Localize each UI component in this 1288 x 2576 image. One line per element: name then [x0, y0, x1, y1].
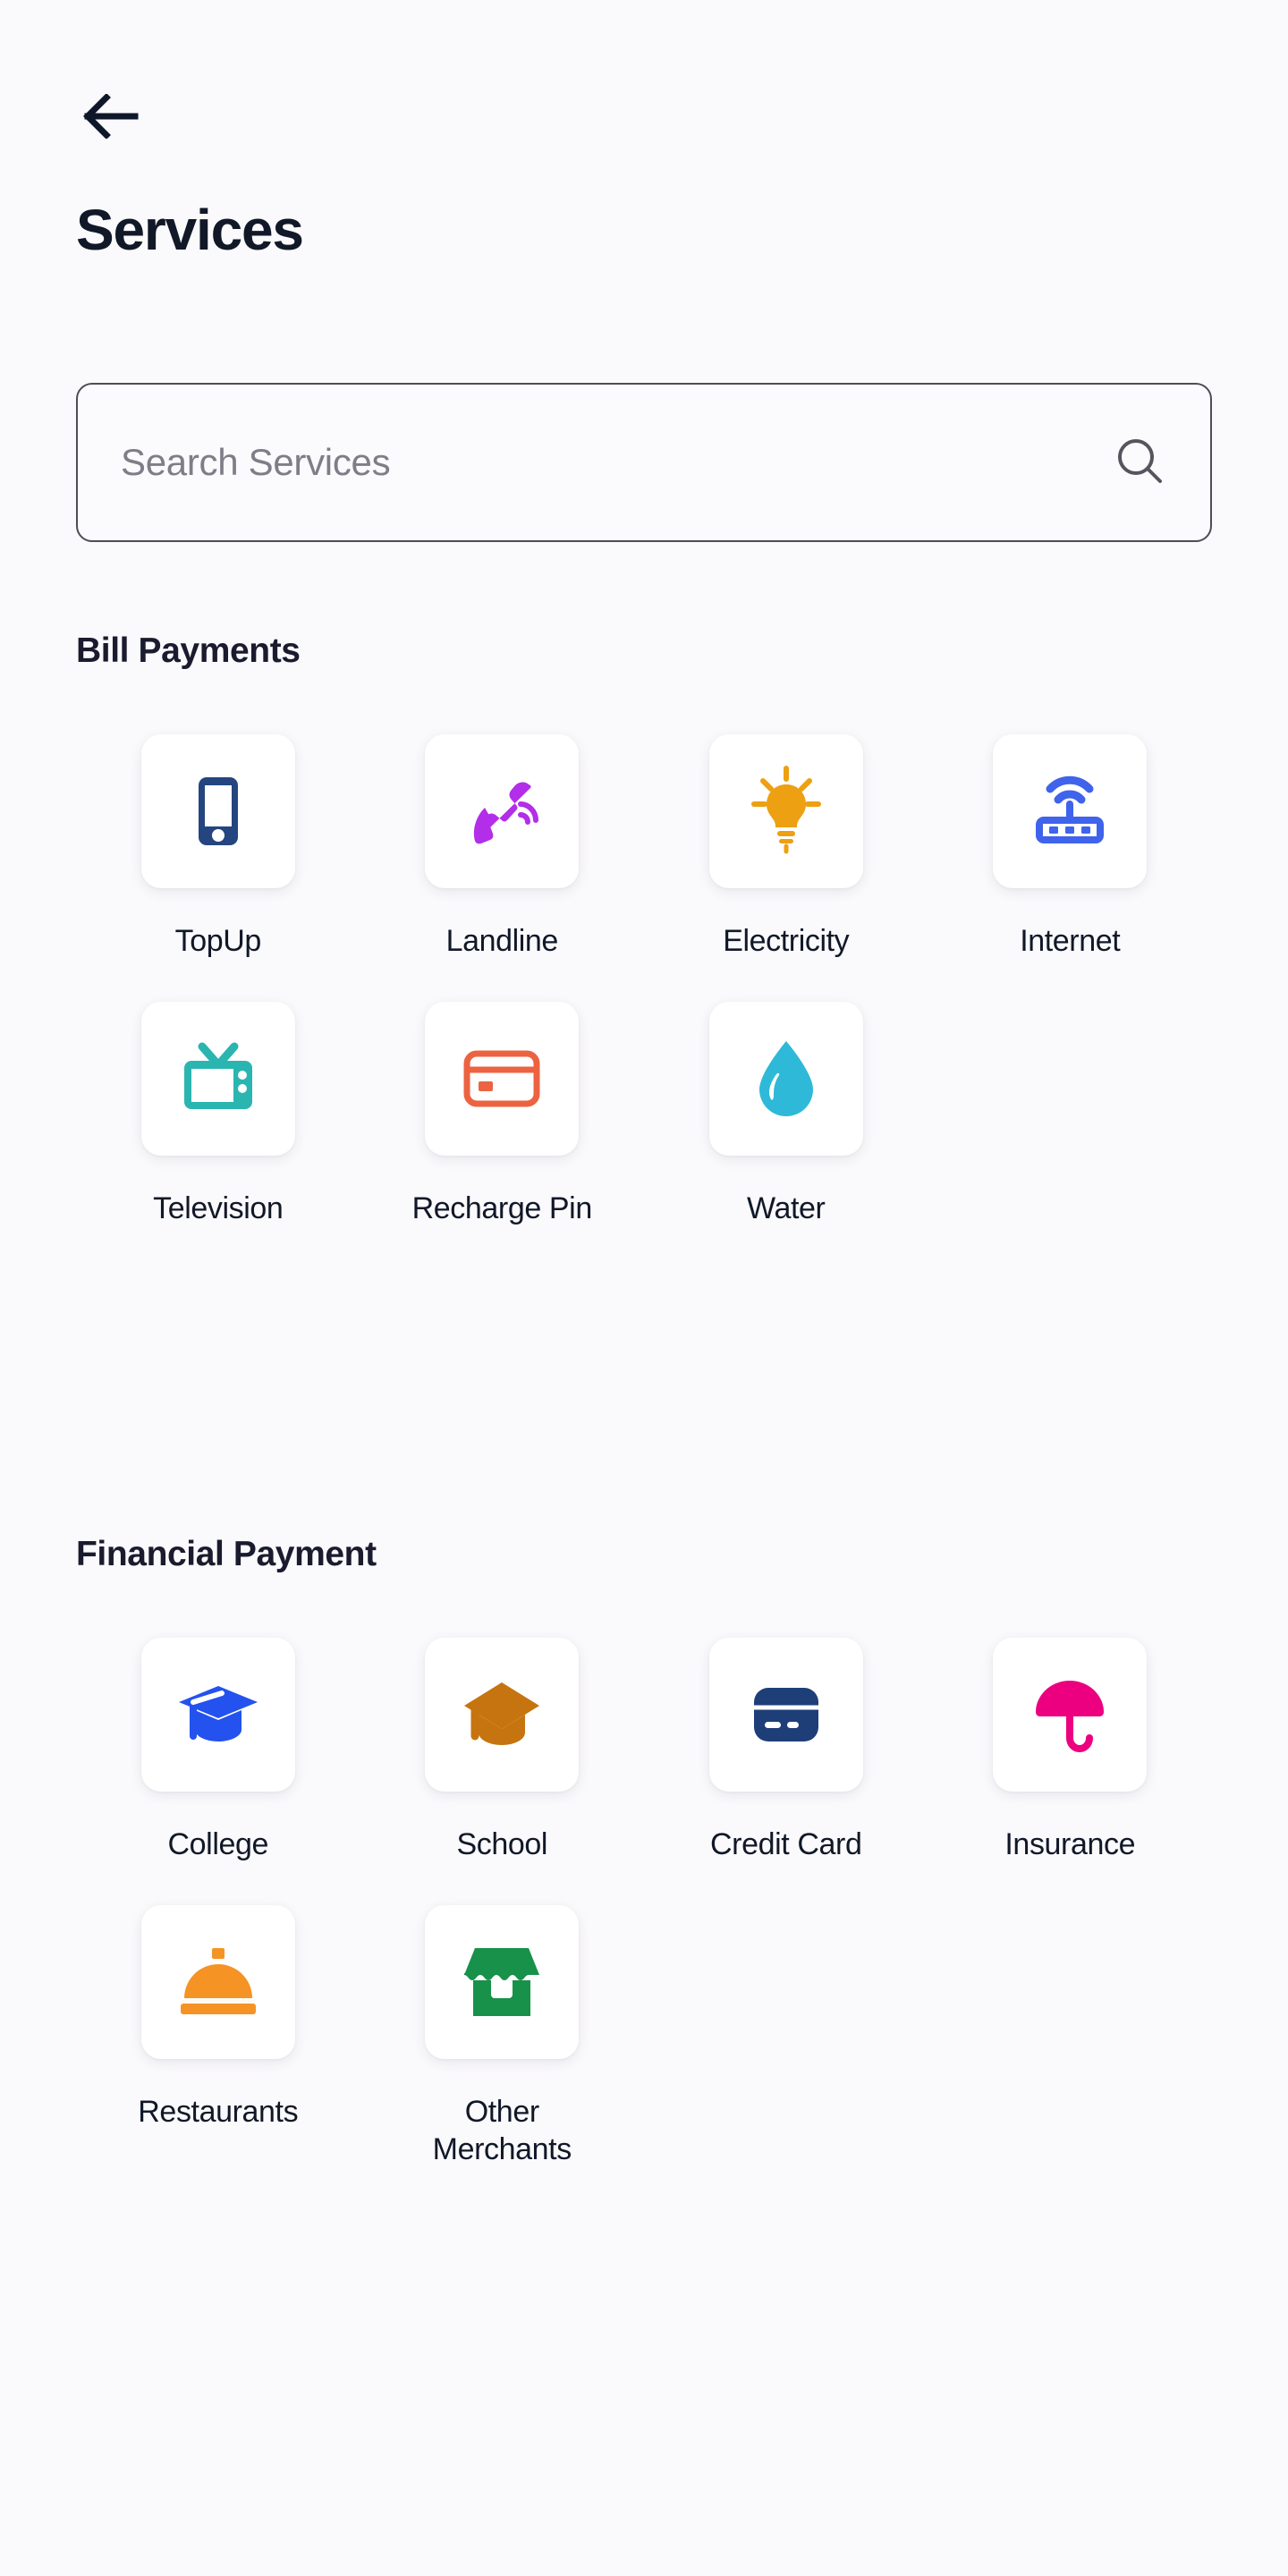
- service-label: Credit Card: [710, 1827, 862, 1861]
- credit-card-icon: [740, 1668, 833, 1761]
- recharge-card-icon: [455, 1032, 548, 1125]
- tile-icon-wrap: [425, 1904, 580, 2059]
- arrow-left-icon: [83, 94, 139, 139]
- service-label: Insurance: [1004, 1827, 1136, 1861]
- service-grid: College School Credit Card Insurance: [76, 1638, 1212, 1864]
- service-tile-restaurants[interactable]: Restaurants: [76, 1904, 360, 2169]
- tile-icon-wrap: [425, 734, 580, 888]
- service-grid: TopUp Landline Electricity Internet: [76, 734, 1212, 961]
- service-label: College: [167, 1827, 269, 1861]
- service-grid: Television Recharge Pin Water: [76, 1001, 1213, 1228]
- service-tile-insurance[interactable]: Insurance: [928, 1638, 1213, 1864]
- wifi-router-icon: [1023, 765, 1116, 858]
- graduation-cap-icon: [455, 1668, 548, 1761]
- section-title: Bill Payments: [76, 631, 301, 670]
- service-tile-school[interactable]: School: [360, 1638, 645, 1864]
- graduation-cap-icon: [172, 1668, 265, 1761]
- food-cloche-icon: [172, 1936, 265, 2029]
- service-label: Electricity: [723, 924, 850, 958]
- storefront-icon: [455, 1936, 548, 2029]
- tile-icon-wrap: [140, 734, 295, 888]
- services-screen: Services Bill Payments: [0, 0, 1288, 2576]
- umbrella-icon: [1023, 1668, 1116, 1761]
- section-financial-payment: Financial Payment College School Credit …: [76, 1537, 1212, 2169]
- television-icon: [172, 1032, 265, 1125]
- lightbulb-icon: [740, 765, 833, 858]
- tile-icon-wrap: [708, 1638, 863, 1792]
- service-label: Restaurants: [138, 2094, 299, 2129]
- service-label: School: [456, 1827, 548, 1861]
- service-label: Recharge Pin: [411, 1191, 593, 1225]
- service-label: Internet: [1020, 924, 1121, 958]
- service-grid: Restaurants Other Merchants: [76, 1904, 1213, 2169]
- tile-icon-wrap: [140, 1638, 295, 1792]
- search-bar[interactable]: [76, 383, 1212, 542]
- service-tile-college[interactable]: College: [76, 1638, 360, 1864]
- smartphone-icon: [172, 765, 265, 858]
- phone-handset-icon: [455, 765, 548, 858]
- grid-empty-cell: [644, 1905, 928, 2169]
- service-label: Television: [153, 1191, 284, 1225]
- service-tile-recharge-pin[interactable]: Recharge Pin: [360, 1001, 645, 1228]
- section-title: Financial Payment: [76, 1535, 377, 1573]
- service-label: TopUp: [174, 924, 262, 958]
- service-tile-landline[interactable]: Landline: [360, 734, 645, 961]
- service-tile-television[interactable]: Television: [76, 1001, 360, 1228]
- search-icon[interactable]: [1112, 434, 1169, 491]
- back-button[interactable]: [64, 77, 157, 156]
- tile-icon-wrap: [708, 734, 863, 888]
- tile-icon-wrap: [993, 734, 1148, 888]
- service-tile-other-merchants[interactable]: Other Merchants: [360, 1904, 645, 2169]
- grid-empty-cell: [928, 1905, 1213, 2169]
- water-drop-icon: [740, 1032, 833, 1125]
- tile-icon-wrap: [140, 1904, 295, 2059]
- tile-icon-wrap: [425, 1001, 580, 1156]
- search-input[interactable]: [121, 385, 1112, 540]
- service-tile-water[interactable]: Water: [644, 1001, 928, 1228]
- service-tile-internet[interactable]: Internet: [928, 734, 1213, 961]
- section-bill-payments: Bill Payments TopUp Landline Electricity…: [76, 633, 1212, 1227]
- tile-icon-wrap: [140, 1001, 295, 1156]
- tile-icon-wrap: [708, 1001, 863, 1156]
- tile-icon-wrap: [993, 1638, 1148, 1792]
- service-label: Other Merchants: [432, 2094, 572, 2167]
- service-tile-electricity[interactable]: Electricity: [644, 734, 928, 961]
- service-label: Water: [747, 1191, 826, 1225]
- grid-empty-cell: [928, 1002, 1213, 1228]
- tile-icon-wrap: [425, 1638, 580, 1792]
- page-title: Services: [76, 198, 304, 262]
- service-tile-topup[interactable]: TopUp: [76, 734, 360, 961]
- service-tile-credit-card[interactable]: Credit Card: [644, 1638, 928, 1864]
- service-label: Landline: [445, 924, 559, 958]
